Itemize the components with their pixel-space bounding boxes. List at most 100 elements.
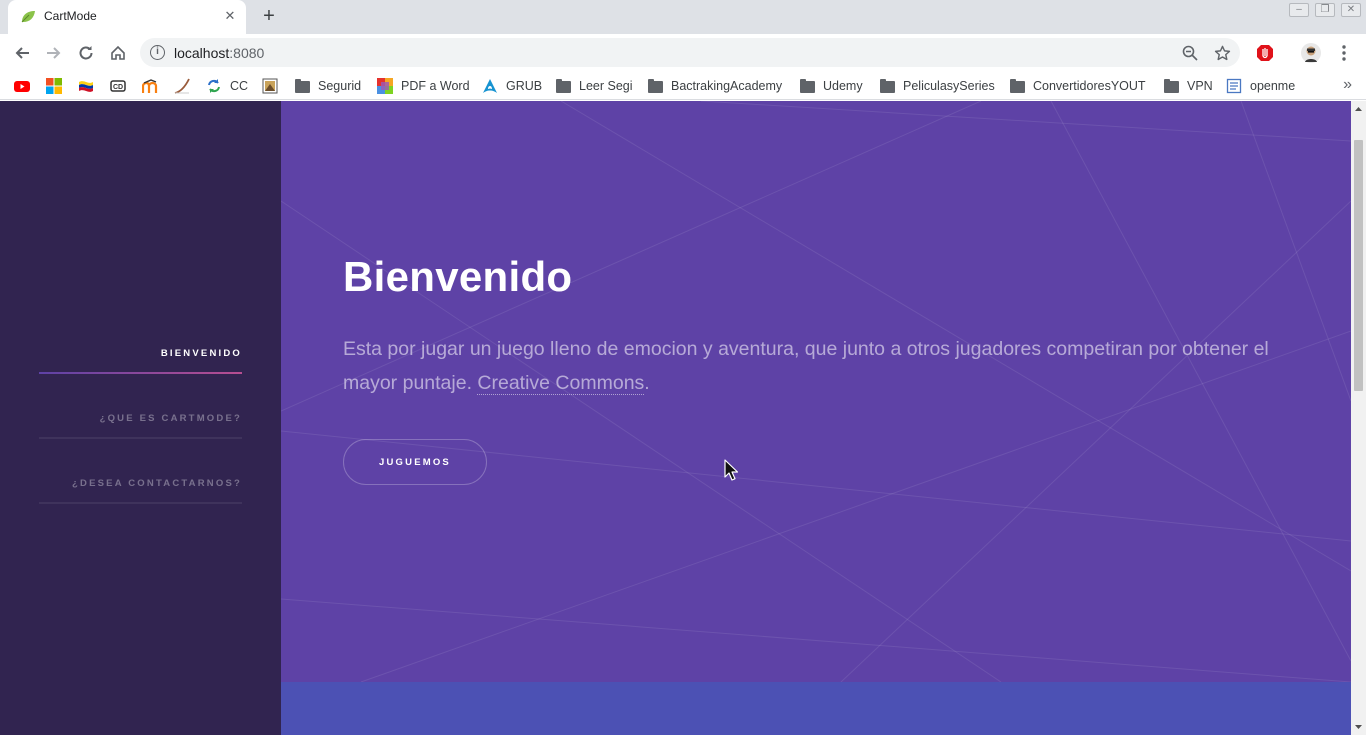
folder-icon xyxy=(800,79,815,93)
bookmark-label: PeliculasySeries xyxy=(903,79,995,93)
bookmarks-bar: CD CC Segurid PDF a Word GRUB Leer Segi … xyxy=(0,71,1366,100)
close-icon[interactable]: ✕ xyxy=(222,8,238,24)
next-section xyxy=(281,682,1351,735)
bookmark-cc[interactable]: CC xyxy=(206,76,248,96)
bookmark-label: VPN xyxy=(1187,79,1213,93)
sync-icon xyxy=(206,78,222,94)
minimize-window-icon[interactable]: – xyxy=(1289,3,1309,17)
home-button[interactable] xyxy=(106,41,130,65)
bookmark-label: Leer Segi xyxy=(579,79,633,93)
sidebar-item-label: ¿Desea contactarnos? xyxy=(72,478,242,489)
bookmark-label: ConvertidoresYOUT xyxy=(1033,79,1146,93)
curve-icon xyxy=(174,78,190,94)
bookmark-label: GRUB xyxy=(506,79,543,93)
browser-tab[interactable]: CartMode ✕ xyxy=(8,0,246,34)
bookmark-cd[interactable]: CD xyxy=(110,76,126,96)
info-icon[interactable]: i xyxy=(150,45,165,60)
bookmark-flag[interactable] xyxy=(78,76,94,96)
arrow-right-icon xyxy=(47,47,61,59)
sidebar-item-label: Bienvenido xyxy=(160,348,242,359)
pdf-icon xyxy=(262,78,278,94)
new-tab-button[interactable]: + xyxy=(258,6,280,28)
creative-commons-link[interactable]: Creative Commons xyxy=(477,372,645,395)
bookmark-grub[interactable]: GRUB xyxy=(482,76,542,96)
tab-title: CartMode xyxy=(44,9,97,23)
bookmark-bactrakingacademy[interactable]: BactrakingAcademy xyxy=(648,76,782,96)
forward-button[interactable] xyxy=(42,41,66,65)
bookmark-convertidoresyout[interactable]: ConvertidoresYOUT xyxy=(1010,76,1150,96)
bookmark-segurid[interactable]: Segurid xyxy=(295,76,361,96)
youtube-icon xyxy=(14,78,30,94)
folder-icon xyxy=(648,79,663,93)
url-host: localhost xyxy=(174,45,230,61)
scroll-down-icon[interactable] xyxy=(1351,718,1366,735)
svg-text:CD: CD xyxy=(113,84,123,91)
mouse-cursor-icon xyxy=(724,459,739,486)
vertical-scrollbar[interactable] xyxy=(1351,101,1366,735)
stop-hand-icon[interactable] xyxy=(1255,43,1275,63)
bookmark-label: Segurid xyxy=(318,79,362,93)
cd-icon: CD xyxy=(110,78,126,94)
ilovepdf-icon xyxy=(377,78,393,94)
kebab-menu-icon[interactable] xyxy=(1334,43,1354,63)
bookmark-star-icon[interactable] xyxy=(1212,43,1232,63)
back-button[interactable] xyxy=(10,41,34,65)
sidebar: Bienvenido ¿Que es CartMode? ¿Desea cont… xyxy=(0,101,281,735)
avatar-icon[interactable] xyxy=(1301,43,1321,63)
leaf-icon xyxy=(20,10,36,24)
sidebar-item-que-es-cartmode[interactable]: ¿Que es CartMode? xyxy=(39,413,242,439)
close-window-icon[interactable]: ✕ xyxy=(1341,3,1361,17)
bookmark-label: Udemy xyxy=(823,79,863,93)
restore-window-icon[interactable]: ❐ xyxy=(1315,3,1335,17)
tab-strip: CartMode ✕ + – ❐ ✕ xyxy=(0,0,1366,34)
url-port: :8080 xyxy=(229,45,265,61)
sidebar-item-underline xyxy=(39,502,242,504)
sidebar-item-label: ¿Que es CartMode? xyxy=(99,413,242,424)
bookmark-pdf[interactable] xyxy=(262,76,278,96)
browser-toolbar: i localhost:8080 xyxy=(0,34,1366,71)
address-bar[interactable]: i localhost:8080 xyxy=(140,38,1240,67)
reload-button[interactable] xyxy=(74,41,98,65)
bookmark-peliculasyseries[interactable]: PeliculasySeries xyxy=(880,76,995,96)
sidebar-item-underline xyxy=(39,437,242,439)
arch-icon xyxy=(482,78,498,94)
juguemos-button[interactable]: Juguemos xyxy=(343,439,487,485)
bookmark-youtube[interactable] xyxy=(14,76,30,96)
bookmark-udemy[interactable]: Udemy xyxy=(800,76,863,96)
scrollbar-thumb[interactable] xyxy=(1354,140,1363,391)
moodle-icon xyxy=(141,78,158,94)
more-bookmarks-icon[interactable]: » xyxy=(1343,76,1352,94)
folder-icon xyxy=(1164,79,1179,93)
sidebar-item-desea-contactarnos[interactable]: ¿Desea contactarnos? xyxy=(39,478,242,504)
bookmark-leer-segi[interactable]: Leer Segi xyxy=(556,76,633,96)
bookmark-microsoft[interactable] xyxy=(46,76,62,96)
bookmark-vpn[interactable]: VPN xyxy=(1164,76,1213,96)
bookmark-pdf-a-word[interactable]: PDF a Word xyxy=(377,76,470,96)
page-content: Bienvenido ¿Que es CartMode? ¿Desea cont… xyxy=(0,101,1351,735)
home-icon xyxy=(111,45,125,60)
intro-section: Bienvenido Esta por jugar un juego lleno… xyxy=(281,101,1351,682)
bookmark-label: PDF a Word xyxy=(401,79,470,93)
folder-icon xyxy=(556,79,571,93)
intro-paragraph: Esta por jugar un juego lleno de emocion… xyxy=(343,332,1303,400)
sidebar-item-underline xyxy=(39,372,242,374)
folder-icon xyxy=(880,79,895,93)
sidebar-item-bienvenido[interactable]: Bienvenido xyxy=(39,348,242,374)
bookmark-openme[interactable]: openme xyxy=(1226,76,1295,96)
bookmark-label: openme xyxy=(1250,79,1296,93)
document-icon xyxy=(1226,78,1242,94)
page-title: Bienvenido xyxy=(343,253,573,300)
flag-icon xyxy=(78,78,94,94)
bookmark-label: CC xyxy=(230,79,249,93)
microsoft-icon xyxy=(46,78,62,94)
url-text[interactable]: localhost:8080 xyxy=(174,45,264,61)
intro-period: . xyxy=(644,372,650,394)
arrow-left-icon xyxy=(15,47,29,59)
reload-icon xyxy=(79,46,93,60)
bookmark-moodle[interactable] xyxy=(141,76,158,96)
zoom-icon[interactable] xyxy=(1180,43,1200,63)
bookmark-label: BactrakingAcademy xyxy=(671,79,783,93)
folder-icon xyxy=(295,79,310,93)
bookmark-curve[interactable] xyxy=(174,76,190,96)
scroll-up-icon[interactable] xyxy=(1351,101,1366,118)
